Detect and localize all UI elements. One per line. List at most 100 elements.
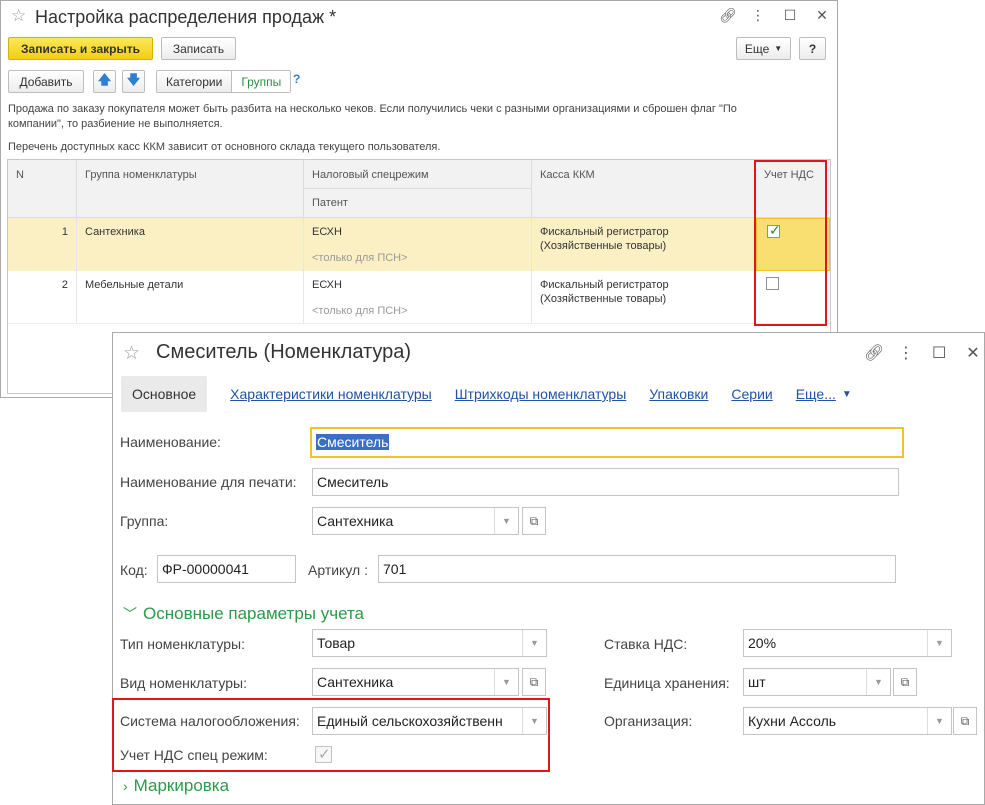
- header-divider: [304, 188, 531, 189]
- close-icon[interactable]: ✕: [966, 343, 980, 363]
- header-label-patent: Патент: [312, 197, 348, 209]
- header-label: N: [16, 169, 24, 181]
- move-down-button[interactable]: 🡇: [122, 70, 145, 93]
- col-header-kkm[interactable]: Касса ККМ: [532, 160, 756, 218]
- header-label: Группа номенклатуры: [85, 169, 197, 181]
- save-and-close-button[interactable]: Записать и закрыть: [8, 37, 153, 60]
- type-select[interactable]: Товар ▼: [312, 629, 547, 657]
- print-name-input[interactable]: Смеситель: [312, 468, 899, 496]
- dropdown-icon[interactable]: ▼: [927, 708, 951, 734]
- dropdown-icon[interactable]: ▼: [494, 508, 518, 534]
- window-title: Смеситель (Номенклатура): [156, 341, 412, 363]
- cell-n: 2: [8, 271, 77, 323]
- type-label: Тип номенклатуры:: [120, 636, 245, 652]
- dropdown-icon[interactable]: ▼: [866, 669, 890, 695]
- cell-patent: <только для ПСН>: [312, 305, 408, 317]
- tab-packages[interactable]: Упаковки: [649, 386, 708, 402]
- cell-text: 2: [61, 279, 68, 291]
- help-button[interactable]: ?: [799, 37, 826, 60]
- more-button-label: Еще: [744, 41, 770, 56]
- highlight-vat-column: [754, 160, 827, 326]
- cell-kkm: Фискальный регистратор (Хозяйственные то…: [532, 271, 756, 323]
- tab-characteristics[interactable]: Характеристики номенклатуры: [230, 386, 432, 402]
- hint-link[interactable]: ?: [293, 72, 300, 86]
- tab-main[interactable]: Основное: [121, 376, 208, 412]
- save-button[interactable]: Записать: [161, 37, 236, 60]
- star-icon[interactable]: ☆: [11, 6, 26, 26]
- info-text-split: Продажа по заказу покупателя может быть …: [8, 102, 737, 132]
- section-main-params[interactable]: ﹀ Основные параметры учета: [123, 604, 364, 624]
- cell-text: ЕСХН: [312, 226, 342, 238]
- type-value: Товар: [317, 635, 356, 651]
- group-select[interactable]: Сантехника ▼: [312, 507, 519, 535]
- close-icon[interactable]: ✕: [815, 7, 829, 24]
- move-up-button[interactable]: 🡅: [93, 70, 116, 93]
- vat-rate-select[interactable]: 20% ▼: [743, 629, 952, 657]
- maximize-icon[interactable]: ☐: [932, 343, 946, 363]
- group-value: Сантехника: [317, 513, 394, 529]
- header-label: Налоговый спецрежим: [312, 169, 429, 181]
- org-label: Организация:: [604, 713, 693, 729]
- window-titlebar: ☆ Настройка распределения продаж * 🔗︎ ⋮ …: [1, 1, 837, 33]
- table-row[interactable]: 2 Мебельные детали ЕСХН <только для ПСН>…: [8, 271, 830, 324]
- org-value: Кухни Ассоль: [748, 713, 837, 729]
- view-mode-switch: Категории Группы: [156, 70, 292, 93]
- chevron-down-icon[interactable]: ▼: [842, 389, 852, 400]
- cell-group: Мебельные детали: [77, 271, 304, 323]
- section-title: Основные параметры учета: [143, 604, 365, 623]
- unit-select[interactable]: шт ▼: [743, 668, 891, 696]
- section-title: Маркировка: [133, 776, 230, 795]
- col-header-n[interactable]: N: [8, 160, 77, 218]
- info-line-2: компании", то разбиение не выполняется.: [8, 118, 223, 130]
- arrow-down-icon: 🡇: [126, 71, 141, 87]
- maximize-icon[interactable]: ☐: [783, 7, 797, 24]
- dropdown-icon[interactable]: ▼: [494, 669, 518, 695]
- kind-value: Сантехника: [317, 674, 394, 690]
- star-icon[interactable]: ☆: [123, 342, 140, 365]
- cell-text: Сантехника: [85, 226, 145, 238]
- kind-label: Вид номенклатуры:: [120, 675, 247, 691]
- header-label: Касса ККМ: [540, 169, 595, 181]
- tab-series[interactable]: Серии: [731, 386, 772, 402]
- dropdown-icon[interactable]: ▼: [522, 630, 546, 656]
- groups-tab[interactable]: Группы: [231, 71, 291, 92]
- cell-kkm: Фискальный регистратор (Хозяйственные то…: [532, 218, 756, 271]
- more-vertical-icon[interactable]: ⋮: [898, 343, 914, 363]
- add-button[interactable]: Добавить: [8, 70, 84, 93]
- print-name-label: Наименование для печати:: [120, 474, 297, 490]
- open-icon[interactable]: ⧉: [893, 668, 917, 696]
- open-icon[interactable]: ⧉: [522, 507, 546, 535]
- chevron-down-icon: ﹀: [123, 606, 137, 622]
- arrow-up-icon: 🡅: [97, 71, 112, 87]
- dropdown-icon: ▼: [774, 44, 783, 53]
- kind-select[interactable]: Сантехника ▼: [312, 668, 519, 696]
- open-icon[interactable]: ⧉: [522, 668, 546, 696]
- org-select[interactable]: Кухни Ассоль ▼: [743, 707, 952, 735]
- cell-text: Фискальный регистратор: [540, 279, 669, 291]
- section-marking[interactable]: › Маркировка: [123, 776, 229, 796]
- unit-label: Единица хранения:: [604, 675, 730, 691]
- table-row[interactable]: 1 Сантехника ЕСХН <только для ПСН> Фиска…: [8, 218, 830, 271]
- categories-tab[interactable]: Категории: [157, 71, 232, 92]
- article-input[interactable]: 701: [378, 555, 896, 583]
- tab-barcodes[interactable]: Штрихкоды номенклатуры: [455, 386, 627, 402]
- more-button[interactable]: Еще ▼: [736, 37, 791, 60]
- tab-more[interactable]: Еще...: [796, 386, 836, 402]
- cell-n: 1: [8, 218, 77, 271]
- col-header-group[interactable]: Группа номенклатуры: [77, 160, 304, 218]
- link-icon[interactable]: 🔗︎: [864, 343, 884, 363]
- window-controls: 🔗︎ ⋮ ☐ ✕: [864, 343, 980, 363]
- code-label: Код:: [120, 562, 148, 578]
- open-icon[interactable]: ⧉: [953, 707, 977, 735]
- more-vertical-icon[interactable]: ⋮: [751, 7, 765, 24]
- article-label: Артикул :: [308, 562, 368, 578]
- name-input[interactable]: Смеситель: [310, 427, 904, 458]
- dropdown-icon[interactable]: ▼: [927, 630, 951, 656]
- col-header-tax[interactable]: Налоговый спецрежим Патент: [304, 160, 532, 218]
- name-value: Смеситель: [316, 434, 390, 450]
- cell-text: (Хозяйственные товары): [540, 240, 667, 252]
- cell-text: 1: [61, 226, 68, 238]
- code-input[interactable]: ФР-00000041: [157, 555, 296, 583]
- window-title: Настройка распределения продаж *: [35, 7, 337, 27]
- link-icon[interactable]: 🔗︎: [719, 7, 737, 24]
